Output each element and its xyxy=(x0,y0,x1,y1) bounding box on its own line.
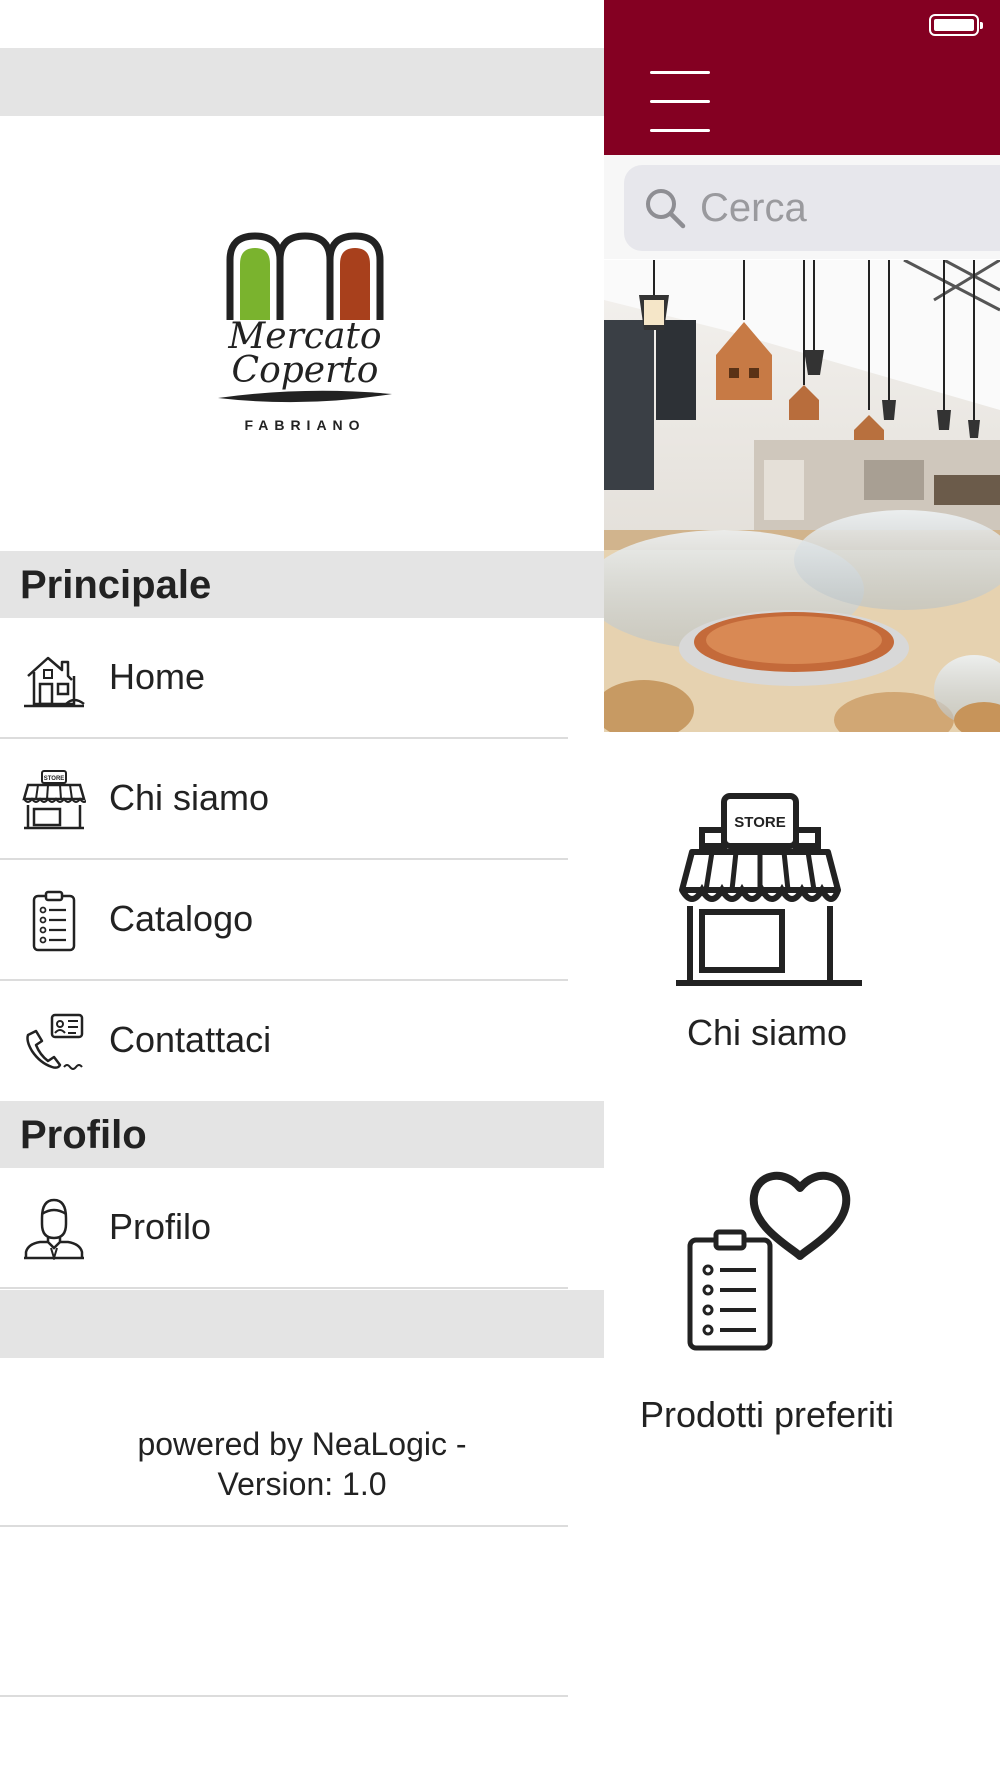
store-icon: STORE xyxy=(22,770,86,830)
footer-line-1: powered by NeaLogic - xyxy=(137,1426,467,1462)
drawer-item-label: Chi siamo xyxy=(109,777,270,818)
search-icon xyxy=(646,189,686,229)
tile-label: Prodotti preferiti xyxy=(639,1394,895,1435)
svg-text:STORE: STORE xyxy=(734,814,785,831)
logo: Mercato Coperto FABRIANO xyxy=(200,230,410,440)
drawer-item-home[interactable]: Home xyxy=(0,618,604,738)
user-icon xyxy=(24,1198,84,1260)
top-bar xyxy=(604,0,1000,155)
section-header-profilo: Profilo xyxy=(0,1101,604,1168)
store-icon: STORE xyxy=(676,793,862,986)
footer-line-2: Version: 1.0 xyxy=(217,1466,387,1502)
drawer-item-chi-siamo[interactable]: STORE Chi siamo xyxy=(0,739,604,859)
svg-text:Coperto: Coperto xyxy=(232,350,379,391)
battery-icon xyxy=(929,14,983,36)
footer-credits: powered by NeaLogic - Version: 1.0 xyxy=(0,1424,604,1504)
favorite-list-icon xyxy=(687,1171,851,1351)
search-bar[interactable] xyxy=(624,165,1000,251)
tile-chi-siamo[interactable]: STORE Chi siamo xyxy=(604,790,930,1054)
search-input[interactable] xyxy=(698,184,1000,232)
section-title: Principale xyxy=(20,563,212,607)
tile-label: Chi siamo xyxy=(686,1012,848,1053)
svg-text:STORE: STORE xyxy=(44,776,65,782)
drawer-item-label: Profilo xyxy=(109,1206,212,1247)
drawer-item-contattaci[interactable]: Contattaci xyxy=(0,981,604,1101)
search-bar-container xyxy=(604,155,1000,259)
clipboard-list-icon xyxy=(32,890,76,952)
home-icon xyxy=(24,656,85,708)
side-drawer: Mercato Coperto FABRIANO Principale Home… xyxy=(0,0,604,1778)
hero-image xyxy=(604,260,1000,732)
section-header-principale: Principale xyxy=(0,551,604,618)
section-title: Profilo xyxy=(20,1113,147,1157)
phone-contact-icon xyxy=(26,1013,84,1070)
drawer-top-bar xyxy=(0,48,604,116)
drawer-item-label: Home xyxy=(109,656,206,697)
menu-button[interactable] xyxy=(650,68,710,134)
svg-text:FABRIANO: FABRIANO xyxy=(244,417,365,433)
main-screen: STORE Chi siamo xyxy=(604,0,1000,1778)
tile-prodotti-preferiti[interactable]: Prodotti preferiti xyxy=(604,1160,930,1436)
drawer-item-label: Catalogo xyxy=(109,898,254,939)
drawer-item-catalogo[interactable]: Catalogo xyxy=(0,860,604,980)
divider xyxy=(0,1525,568,1527)
drawer-item-profilo[interactable]: Profilo xyxy=(0,1168,604,1288)
divider xyxy=(0,1287,568,1289)
divider xyxy=(0,1695,568,1697)
drawer-spacer-bar xyxy=(0,1290,604,1358)
drawer-item-label: Contattaci xyxy=(109,1019,272,1060)
